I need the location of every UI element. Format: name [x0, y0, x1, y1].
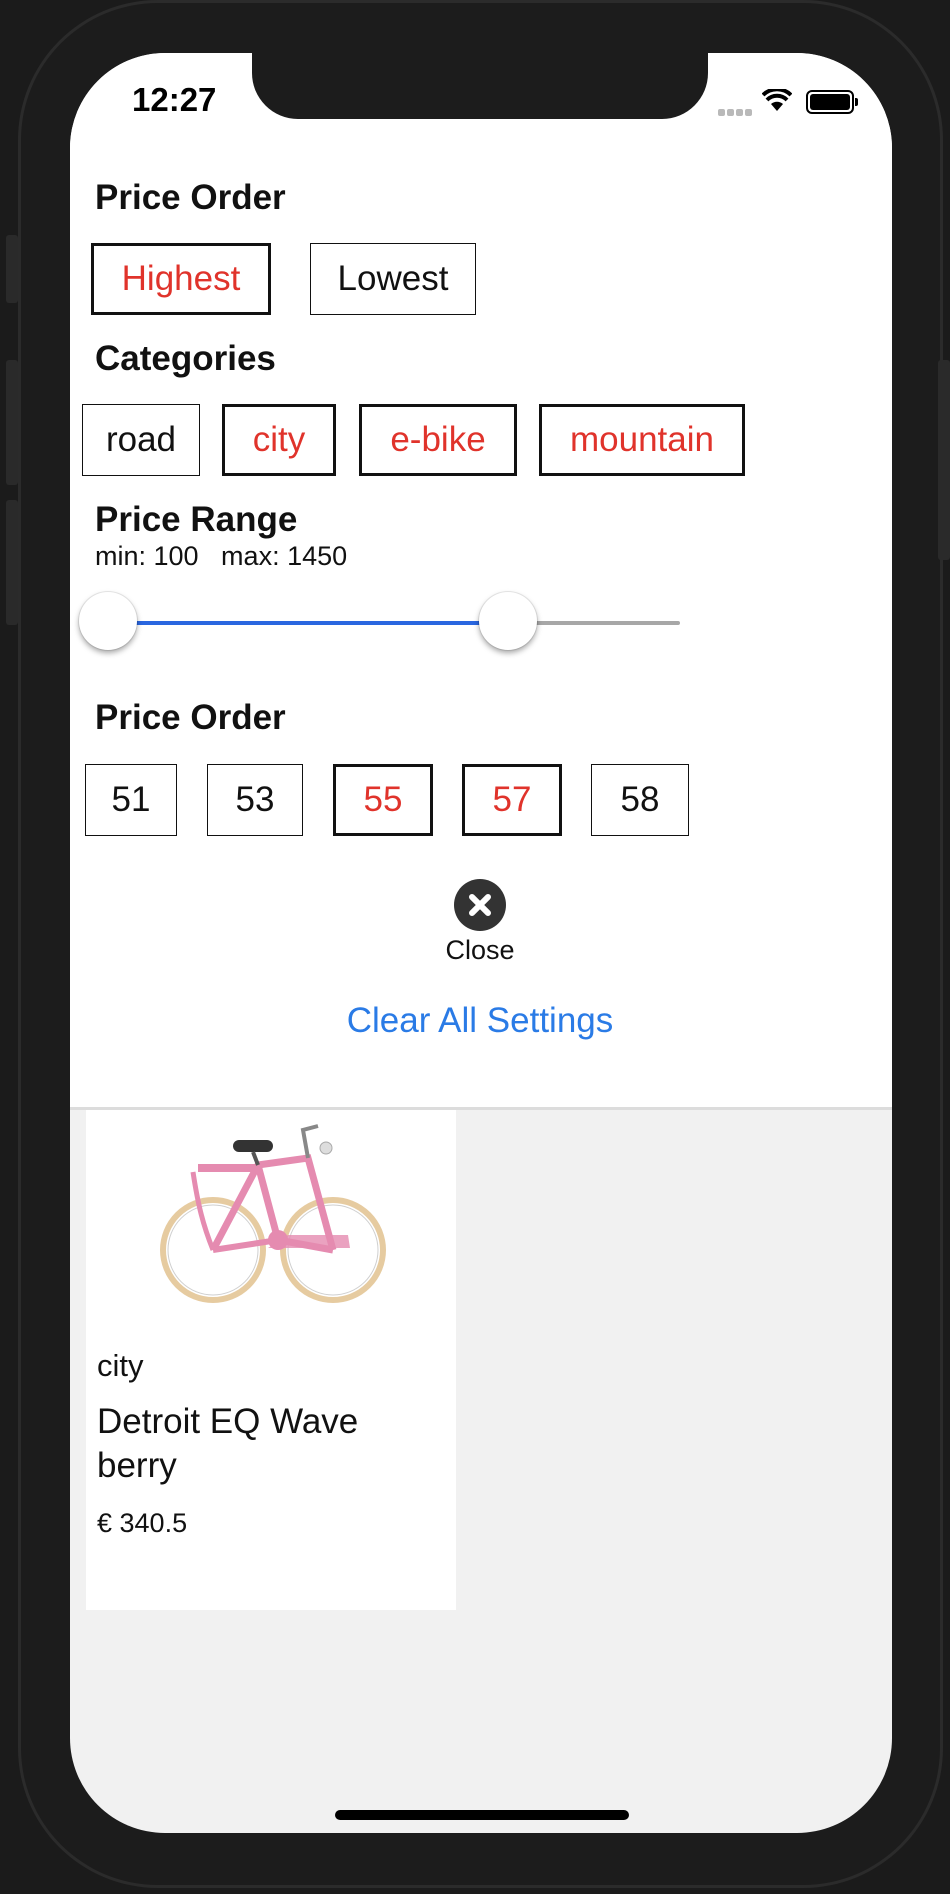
power-button — [938, 360, 950, 560]
product-name: Detroit EQ Wave berry — [97, 1402, 359, 1485]
home-indicator — [335, 1810, 629, 1820]
cellular-signal-icon — [718, 103, 754, 121]
slider-selected-range — [108, 621, 509, 625]
product-price: € 340.5 — [97, 1508, 188, 1538]
clear-all-settings-button[interactable]: Clear All Settings — [270, 1001, 690, 1041]
screen: 12:27 Price Order Highest Lowest Categor… — [70, 53, 892, 1833]
battery-icon — [806, 90, 858, 114]
product-category: city — [97, 1348, 144, 1383]
price-order-heading: Price Order — [95, 178, 286, 217]
wifi-icon — [762, 89, 792, 111]
categories-heading: Categories — [95, 339, 276, 378]
price-order-lowest-button[interactable]: Lowest — [310, 243, 476, 315]
product-image — [160, 1124, 386, 1303]
price-range-heading: Price Range — [95, 500, 298, 539]
category-road-button[interactable]: road — [82, 404, 200, 476]
notch — [252, 53, 708, 119]
product-card[interactable]: city Detroit EQ Wave berry € 340.5 — [86, 1110, 456, 1610]
volume-down-button — [6, 500, 18, 625]
size-heading: Price Order — [95, 698, 286, 737]
status-time: 12:27 — [132, 81, 217, 118]
price-order-highest-button[interactable]: Highest — [91, 243, 271, 315]
size-55-button[interactable]: 55 — [333, 764, 433, 836]
size-57-button[interactable]: 57 — [462, 764, 562, 836]
slider-max-handle[interactable] — [479, 592, 538, 650]
size-58-button[interactable]: 58 — [591, 764, 689, 836]
filter-panel: 12:27 Price Order Highest Lowest Categor… — [70, 53, 892, 1110]
category-mountain-button[interactable]: mountain — [539, 404, 745, 476]
volume-up-button — [6, 360, 18, 485]
mute-switch — [6, 235, 18, 303]
category-e-bike-button[interactable]: e-bike — [359, 404, 517, 476]
close-icon[interactable] — [454, 879, 506, 931]
category-city-button[interactable]: city — [222, 404, 336, 476]
size-51-button[interactable]: 51 — [85, 764, 177, 836]
slider-min-handle[interactable] — [79, 592, 137, 650]
close-button-label[interactable]: Close — [400, 935, 560, 966]
size-53-button[interactable]: 53 — [207, 764, 303, 836]
price-range-values: min: 100 max: 1450 — [95, 541, 348, 571]
